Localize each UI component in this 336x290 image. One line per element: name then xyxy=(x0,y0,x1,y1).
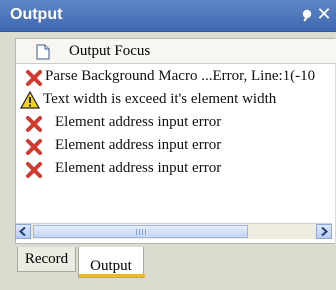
list-item-text: Element address input error xyxy=(55,160,222,176)
error-icon xyxy=(25,161,43,179)
scroll-left-icon[interactable] xyxy=(15,224,31,239)
panel-titlebar[interactable]: Output ✕ xyxy=(0,0,336,32)
list-item[interactable]: Parse Background Macro ...Error, Line:1(… xyxy=(16,67,336,89)
grip-icon xyxy=(136,229,146,235)
tab-output[interactable]: Output xyxy=(78,247,145,278)
error-icon xyxy=(25,69,43,87)
error-icon xyxy=(25,115,43,133)
close-icon[interactable]: ✕ xyxy=(316,6,332,24)
list-item[interactable]: Element address input error xyxy=(16,159,336,181)
pin-icon[interactable] xyxy=(298,8,314,24)
error-icon xyxy=(25,138,43,156)
tab-record[interactable]: Record xyxy=(17,247,76,272)
active-tab-indicator xyxy=(79,274,145,277)
output-list: Output Focus Parse Background Macro ...E… xyxy=(15,38,336,244)
list-item[interactable]: Text width is exceed it's element width xyxy=(16,90,336,112)
list-item[interactable]: Element address input error xyxy=(16,113,336,135)
list-item-text: Text width is exceed it's element width xyxy=(43,91,277,107)
scroll-right-icon[interactable] xyxy=(316,224,332,239)
list-header-label: Output Focus xyxy=(69,43,151,59)
list-item[interactable]: Element address input error xyxy=(16,136,336,158)
document-icon xyxy=(36,44,50,65)
warning-icon xyxy=(19,90,41,109)
horizontal-scrollbar[interactable] xyxy=(15,223,332,239)
list-item-text: Parse Background Macro ...Error, Line:1(… xyxy=(45,68,316,84)
tab-output-label: Output xyxy=(90,258,132,274)
list-item-text: Element address input error xyxy=(55,114,222,130)
tab-strip: Record Output xyxy=(0,244,336,290)
output-panel: Output ✕ Output Focus Parse Background M… xyxy=(0,0,336,290)
scrollbar-thumb[interactable] xyxy=(33,225,248,238)
list-item-text: Element address input error xyxy=(55,137,222,153)
panel-title: Output xyxy=(10,6,63,23)
list-header: Output Focus xyxy=(16,39,336,64)
